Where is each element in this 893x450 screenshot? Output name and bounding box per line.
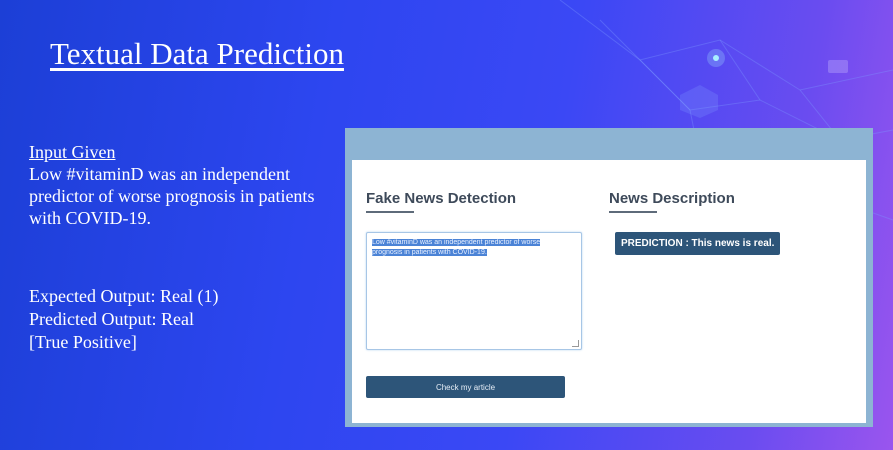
title-underline — [609, 211, 657, 213]
app-screenshot: Fake News Detection News Description Low… — [345, 128, 873, 427]
check-article-button[interactable]: Check my article — [366, 376, 565, 398]
news-description-title: News Description — [609, 190, 735, 207]
article-textarea[interactable]: Low #vitaminD was an independent predict… — [366, 232, 582, 350]
app-frame: Fake News Detection News Description Low… — [345, 160, 873, 427]
article-textarea-value: Low #vitaminD was an independent predict… — [372, 239, 541, 256]
app-content-panel: Fake News Detection News Description Low… — [352, 160, 866, 423]
output-section: Expected Output: Real (1) Predicted Outp… — [29, 285, 218, 354]
fake-news-detection-title: Fake News Detection — [366, 190, 517, 207]
expected-output: Expected Output: Real (1) — [29, 286, 219, 306]
app-header-bar — [345, 128, 873, 160]
slide-title: Textual Data Prediction — [50, 36, 344, 71]
prediction-badge: PREDICTION : This news is real. — [615, 232, 781, 255]
input-section: Input Given Low #vitaminD was an indepen… — [29, 141, 329, 229]
input-heading: Input Given — [29, 142, 116, 162]
predicted-output: Predicted Output: Real — [29, 309, 194, 329]
classification-label: [True Positive] — [29, 332, 137, 352]
title-underline — [366, 211, 414, 213]
input-text: Low #vitaminD was an independent predict… — [29, 164, 315, 228]
resize-grip-icon[interactable] — [572, 340, 579, 347]
